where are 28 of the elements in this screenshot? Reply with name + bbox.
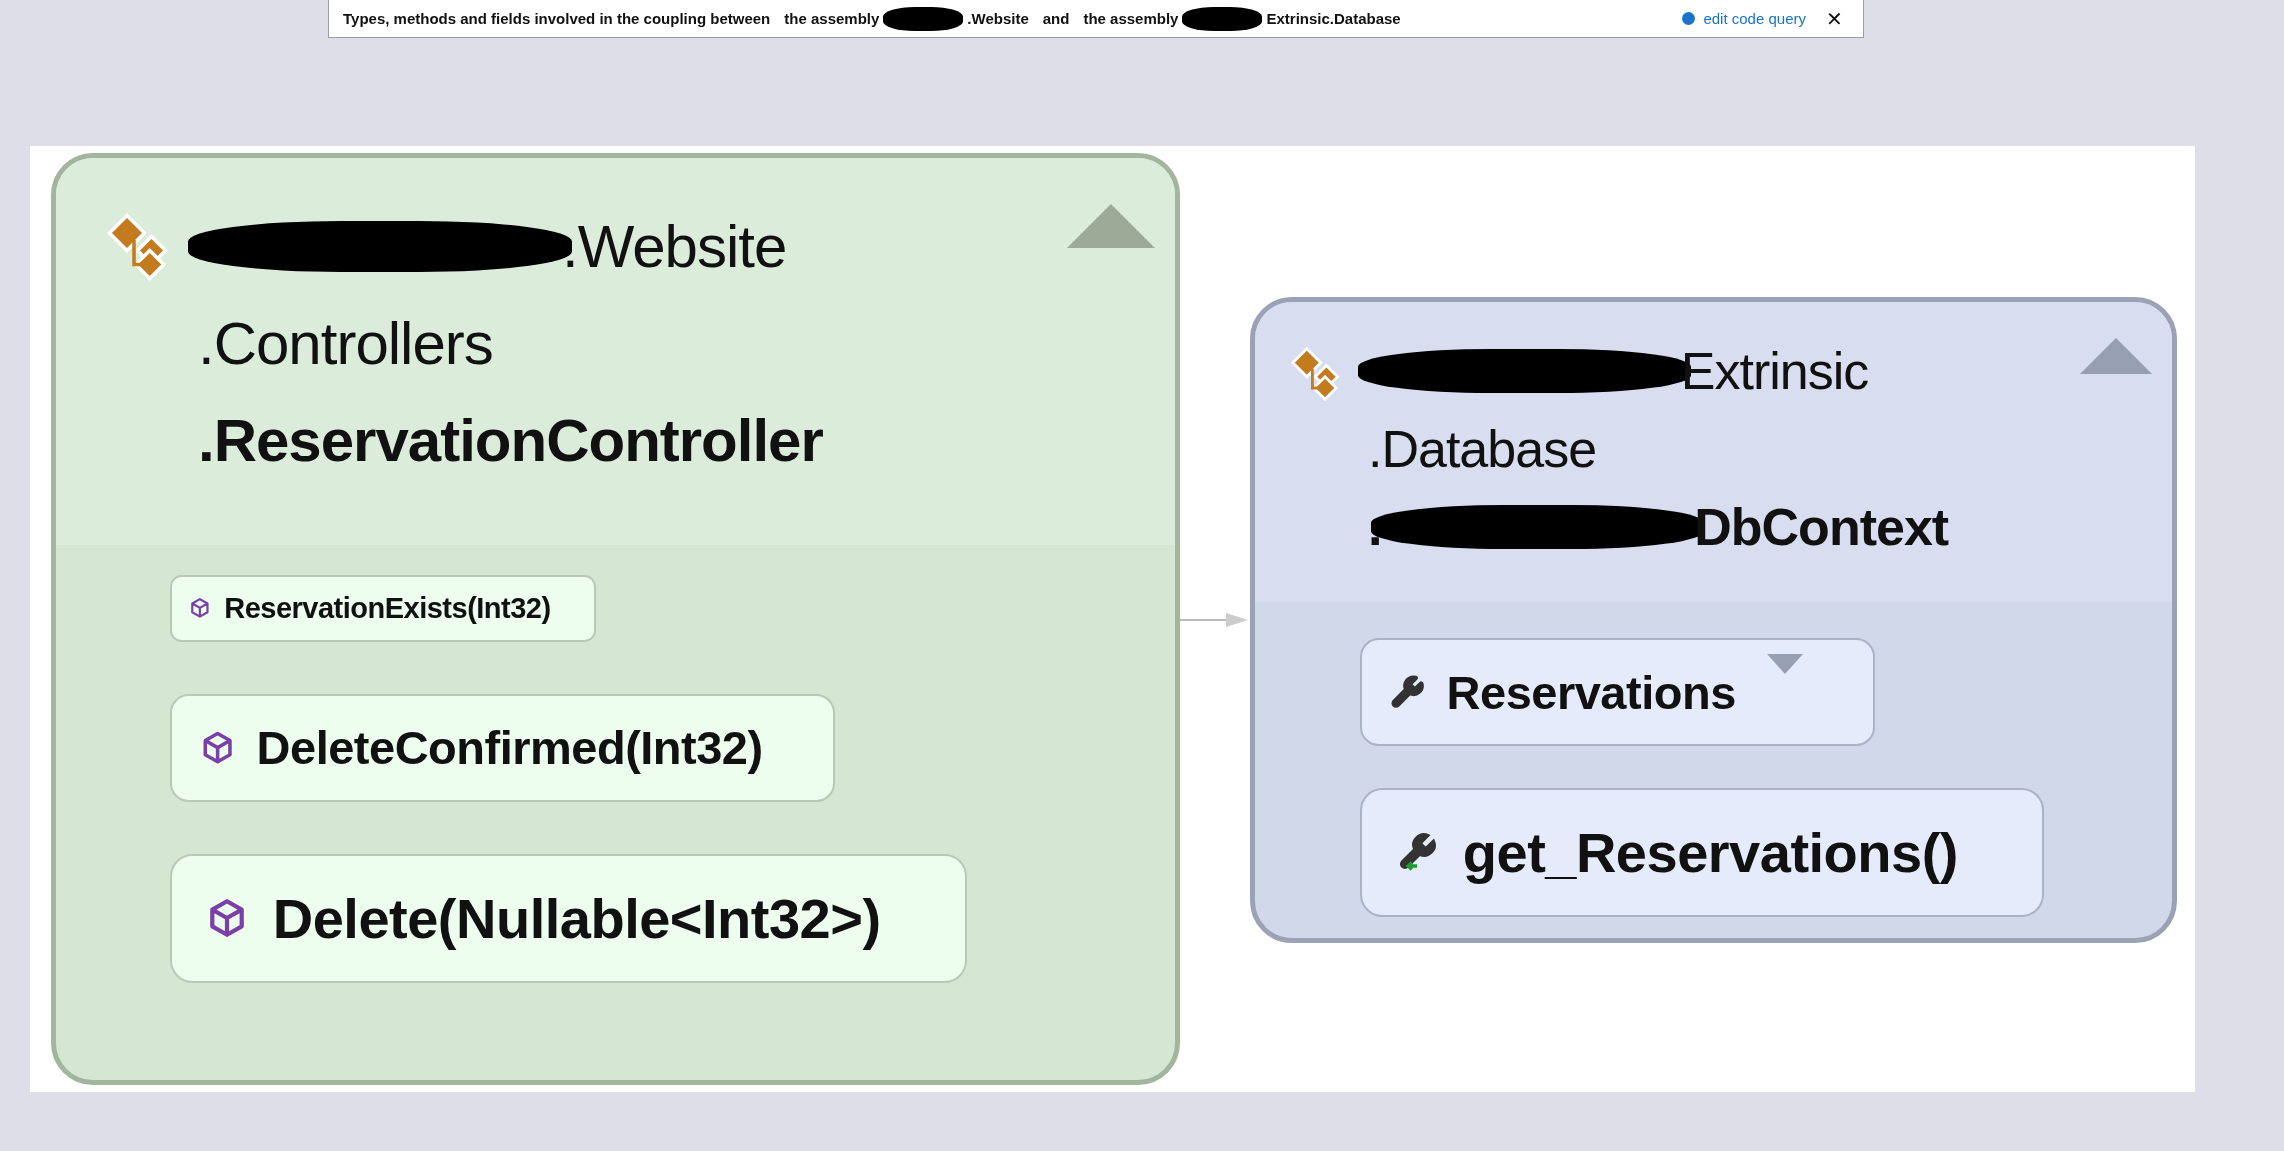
member-item[interactable]: Reservations <box>1360 638 1876 747</box>
expand-triangle-icon[interactable] <box>1766 654 1803 674</box>
title-text: .Website <box>562 212 787 282</box>
banner-text: .Website <box>967 10 1029 27</box>
banner-text: and <box>1042 10 1070 27</box>
cube-icon <box>189 597 212 620</box>
collapse-triangle-icon[interactable] <box>2080 338 2152 374</box>
wrench-icon <box>1390 674 1426 710</box>
info-icon <box>1682 12 1696 25</box>
title-text: DbContext <box>1694 497 1949 558</box>
type-node[interactable]: .Website .Controllers .ReservationController ReservationExists(Int32) DeleteConfirmed(Int32) Delete(Nullable<Int32>) <box>51 153 1180 1085</box>
banner-text: the assembly <box>1083 10 1179 27</box>
title-text: .Controllers <box>198 309 493 379</box>
member-item[interactable]: ReservationExists(Int32) <box>170 575 597 642</box>
banner-text: Types, methods and fields involved in the coupling between <box>343 10 771 27</box>
member-item[interactable]: DeleteConfirmed(Int32) <box>170 693 836 802</box>
banner-text: Extrinsic.Database <box>1266 10 1401 27</box>
edit-query-link[interactable]: edit code query <box>1682 10 1806 27</box>
title-text: .ReservationController <box>198 406 823 476</box>
member-item[interactable]: Delete(Nullable<Int32>) <box>170 853 967 983</box>
title-text: . <box>1368 497 1382 558</box>
title-text: .Database <box>1368 419 1597 480</box>
title-text: Extrinsic <box>1680 341 1869 402</box>
collapse-triangle-icon[interactable] <box>1067 204 1155 248</box>
member-item[interactable]: get_Reservations() <box>1360 788 2044 917</box>
banner-text: the assembly <box>784 10 880 27</box>
type-node[interactable]: Extrinsic .Database . DbContext Reservations get_Reservations() <box>1250 297 2177 943</box>
close-button[interactable]: ✕ <box>1820 6 1849 31</box>
